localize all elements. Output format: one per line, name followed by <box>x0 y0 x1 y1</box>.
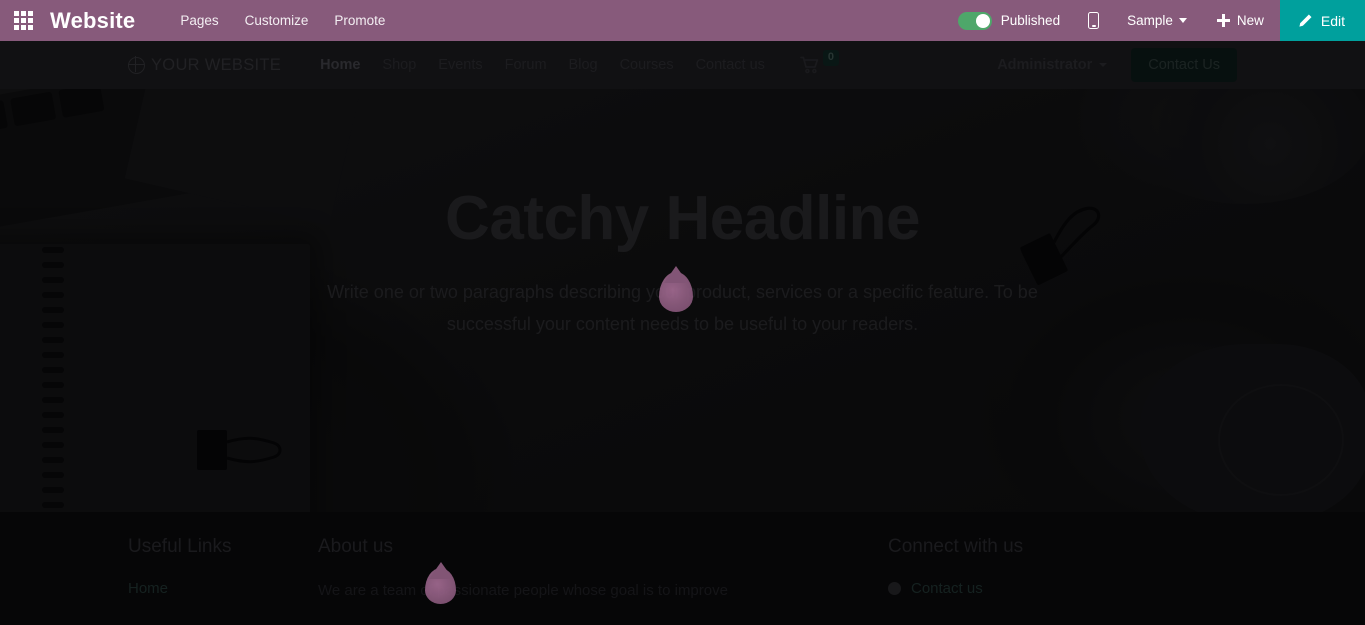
new-content-overlay[interactable] <box>0 0 1365 625</box>
new-button-label: New <box>1236 13 1264 28</box>
new-button[interactable]: New <box>1201 0 1280 41</box>
toggle-switch-icon[interactable] <box>957 11 992 30</box>
mobile-phone-icon <box>1088 12 1100 29</box>
topbar-menu-customize[interactable]: Customize <box>232 0 322 41</box>
topbar-menu-promote[interactable]: Promote <box>321 0 398 41</box>
pencil-icon <box>1298 13 1313 28</box>
chevron-down-icon <box>1178 18 1187 23</box>
publish-toggle[interactable]: Published <box>944 0 1074 41</box>
mobile-preview-button[interactable] <box>1074 0 1113 41</box>
theme-selector-label: Sample <box>1127 13 1173 28</box>
odoo-topbar: Website Pages Customize Promote Publishe… <box>0 0 1365 41</box>
topbar-right-group: Published Sample New Edit <box>944 0 1365 41</box>
apps-grid-icon[interactable] <box>0 0 46 41</box>
app-title: Website <box>50 7 136 33</box>
edit-button[interactable]: Edit <box>1279 0 1365 41</box>
plus-icon <box>1216 14 1230 27</box>
theme-selector[interactable]: Sample <box>1113 0 1201 41</box>
topbar-menu-pages[interactable]: Pages <box>167 0 231 41</box>
edit-button-label: Edit <box>1320 12 1345 29</box>
publish-label: Published <box>1000 13 1061 28</box>
